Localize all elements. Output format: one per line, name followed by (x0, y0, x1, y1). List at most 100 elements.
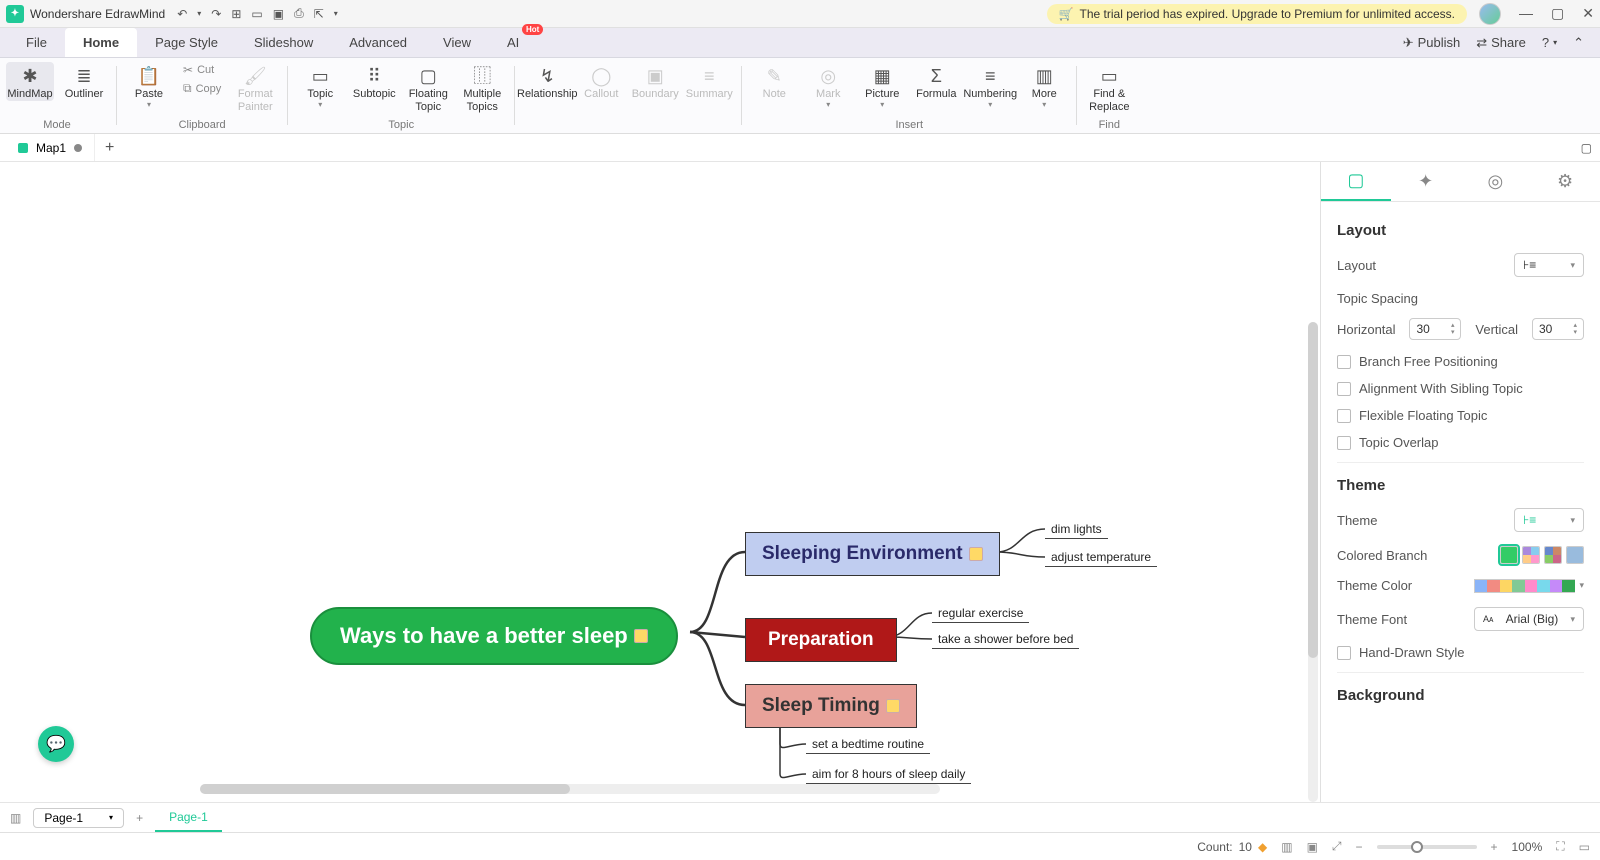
layout-select[interactable]: ⊦≡▾ (1514, 253, 1584, 277)
document-tab-map1[interactable]: Map1 (6, 134, 95, 161)
menu-page-style[interactable]: Page Style (137, 28, 236, 57)
find-replace-button[interactable]: ▭Find & Replace (1085, 62, 1133, 114)
numbering-button[interactable]: ≡Numbering▾ (966, 62, 1014, 109)
topic-sleeping-environment[interactable]: Sleeping Environment (745, 532, 1000, 576)
mindmap-mode-button[interactable]: ✱MindMap (6, 62, 54, 101)
collapse-panel-button[interactable]: ▭ (1579, 840, 1590, 854)
align-sibling-checkbox[interactable]: Alignment With Sibling Topic (1337, 381, 1584, 396)
ai-chat-fab[interactable]: 💬 (38, 726, 74, 762)
view-mode-2-button[interactable]: ▣ (1307, 840, 1318, 854)
branch-palette-2[interactable] (1522, 546, 1540, 564)
multiple-topics-button[interactable]: ⿲Multiple Topics (458, 62, 506, 114)
branch-palette-4[interactable] (1566, 546, 1584, 564)
open-button[interactable]: ▭ (251, 7, 262, 21)
theme-color-strip[interactable] (1474, 579, 1575, 593)
more-button[interactable]: ▥More▾ (1020, 62, 1068, 109)
root-topic[interactable]: Ways to have a better sleep (310, 607, 678, 665)
paste-button[interactable]: 📋Paste▾ (125, 62, 173, 109)
minimize-button[interactable]: — (1519, 5, 1533, 22)
formula-button[interactable]: ΣFormula (912, 62, 960, 101)
subtopic-button[interactable]: ⠿Subtopic (350, 62, 398, 101)
note-attachment-icon[interactable] (634, 629, 648, 643)
menu-advanced[interactable]: Advanced (331, 28, 425, 57)
branch-free-checkbox[interactable]: Branch Free Positioning (1337, 354, 1584, 369)
branch-palette-3[interactable] (1544, 546, 1562, 564)
zoom-slider[interactable] (1377, 845, 1477, 849)
note-button[interactable]: ✎Note (750, 62, 798, 101)
vertical-scrollbar[interactable] (1308, 322, 1318, 802)
theme-select[interactable]: ⊦≡▾ (1514, 508, 1584, 532)
branch-palette-1[interactable] (1500, 546, 1518, 564)
save-button[interactable]: ▣ (273, 7, 284, 21)
publish-button[interactable]: ✈ Publish (1403, 35, 1461, 51)
menu-home[interactable]: Home (65, 28, 137, 57)
subtopic-regular-exercise[interactable]: regular exercise (932, 606, 1029, 623)
subtopic-8-hours[interactable]: aim for 8 hours of sleep daily (806, 767, 971, 784)
page-selector[interactable]: Page-1▾ (33, 808, 124, 828)
print-button[interactable]: ⎙ (294, 6, 304, 21)
menu-ai[interactable]: AIHot (489, 28, 537, 57)
cut-button[interactable]: ✂Cut (179, 62, 225, 78)
summary-button[interactable]: ≡Summary (685, 62, 733, 101)
format-painter-button[interactable]: 🖌Format Painter (231, 62, 279, 114)
subtopic-dim-lights[interactable]: dim lights (1045, 522, 1108, 539)
zoom-out-button[interactable]: − (1356, 840, 1363, 854)
close-button[interactable]: ✕ (1582, 5, 1594, 22)
theme-font-select[interactable]: AᴀArial (Big)▾ (1474, 607, 1584, 631)
side-tab-ai[interactable]: ✦ (1391, 162, 1461, 201)
flexible-floating-checkbox[interactable]: Flexible Floating Topic (1337, 408, 1584, 423)
topic-preparation[interactable]: Preparation (745, 618, 897, 662)
new-button[interactable]: ⊞ (231, 7, 241, 21)
menu-view[interactable]: View (425, 28, 489, 57)
chevron-down-icon: ▾ (1570, 614, 1575, 625)
subtopic-bedtime-routine[interactable]: set a bedtime routine (806, 737, 930, 754)
side-tab-settings[interactable]: ⚙ (1530, 162, 1600, 201)
redo-button[interactable]: ↷ (211, 7, 221, 21)
hand-drawn-checkbox[interactable]: Hand-Drawn Style (1337, 645, 1584, 660)
fit-page-button[interactable]: ⤢ (1332, 839, 1342, 854)
floating-topic-button[interactable]: ▢Floating Topic (404, 62, 452, 114)
topic-sleep-timing[interactable]: Sleep Timing (745, 684, 917, 728)
fullscreen-button[interactable]: ⛶ (1556, 839, 1564, 854)
add-tab-button[interactable]: + (95, 139, 124, 157)
view-mode-1-button[interactable]: ▥ (1281, 840, 1292, 854)
share-button[interactable]: ⇄ Share (1476, 35, 1526, 51)
user-avatar[interactable] (1479, 3, 1501, 25)
collapse-ribbon-button[interactable]: ⌃ (1573, 35, 1584, 51)
mark-button[interactable]: ◎Mark▾ (804, 62, 852, 109)
menu-slideshow[interactable]: Slideshow (236, 28, 331, 57)
qat-drop-icon[interactable]: ▾ (334, 9, 338, 18)
layout-toggle-button[interactable]: ▢ (1573, 141, 1600, 155)
page-list-button[interactable]: ▥ (6, 811, 25, 825)
vertical-spacing-input[interactable]: 30▴▾ (1532, 318, 1584, 340)
zoom-value: 100% (1512, 840, 1543, 854)
side-tab-layout[interactable]: ▢ (1321, 162, 1391, 201)
note-attachment-icon[interactable] (886, 699, 900, 713)
note-attachment-icon[interactable] (969, 547, 983, 561)
help-button[interactable]: ? ▾ (1542, 35, 1557, 50)
export-button[interactable]: ⇱ (314, 7, 324, 21)
horizontal-scrollbar[interactable] (200, 784, 940, 794)
topic-overlap-checkbox[interactable]: Topic Overlap (1337, 435, 1584, 450)
topic-button[interactable]: ▭Topic▾ (296, 62, 344, 109)
side-tab-mark[interactable]: ◎ (1461, 162, 1531, 201)
page-tab-active[interactable]: Page-1 (155, 803, 222, 832)
picture-button[interactable]: ▦Picture▾ (858, 62, 906, 109)
relationship-button[interactable]: ↯Relationship (523, 62, 571, 101)
maximize-button[interactable]: ▢ (1551, 5, 1564, 22)
undo-drop-icon[interactable]: ▾ (197, 9, 201, 18)
outliner-mode-button[interactable]: ≣Outliner (60, 62, 108, 101)
subtopic-take-shower[interactable]: take a shower before bed (932, 632, 1079, 649)
undo-button[interactable]: ↶ (177, 7, 187, 21)
subtopic-adjust-temperature[interactable]: adjust temperature (1045, 550, 1157, 567)
menu-file[interactable]: File (8, 28, 65, 57)
zoom-in-button[interactable]: + (1491, 840, 1498, 854)
horizontal-spacing-input[interactable]: 30▴▾ (1409, 318, 1461, 340)
chevron-down-icon[interactable]: ▾ (1579, 580, 1584, 591)
copy-button[interactable]: ⧉Copy (179, 80, 225, 97)
trial-banner[interactable]: 🛒 The trial period has expired. Upgrade … (1047, 4, 1467, 24)
callout-button[interactable]: ◯Callout (577, 62, 625, 101)
canvas[interactable]: Ways to have a better sleep Sleeping Env… (0, 162, 1320, 802)
add-page-button[interactable]: + (132, 811, 147, 825)
boundary-button[interactable]: ▣Boundary (631, 62, 679, 101)
